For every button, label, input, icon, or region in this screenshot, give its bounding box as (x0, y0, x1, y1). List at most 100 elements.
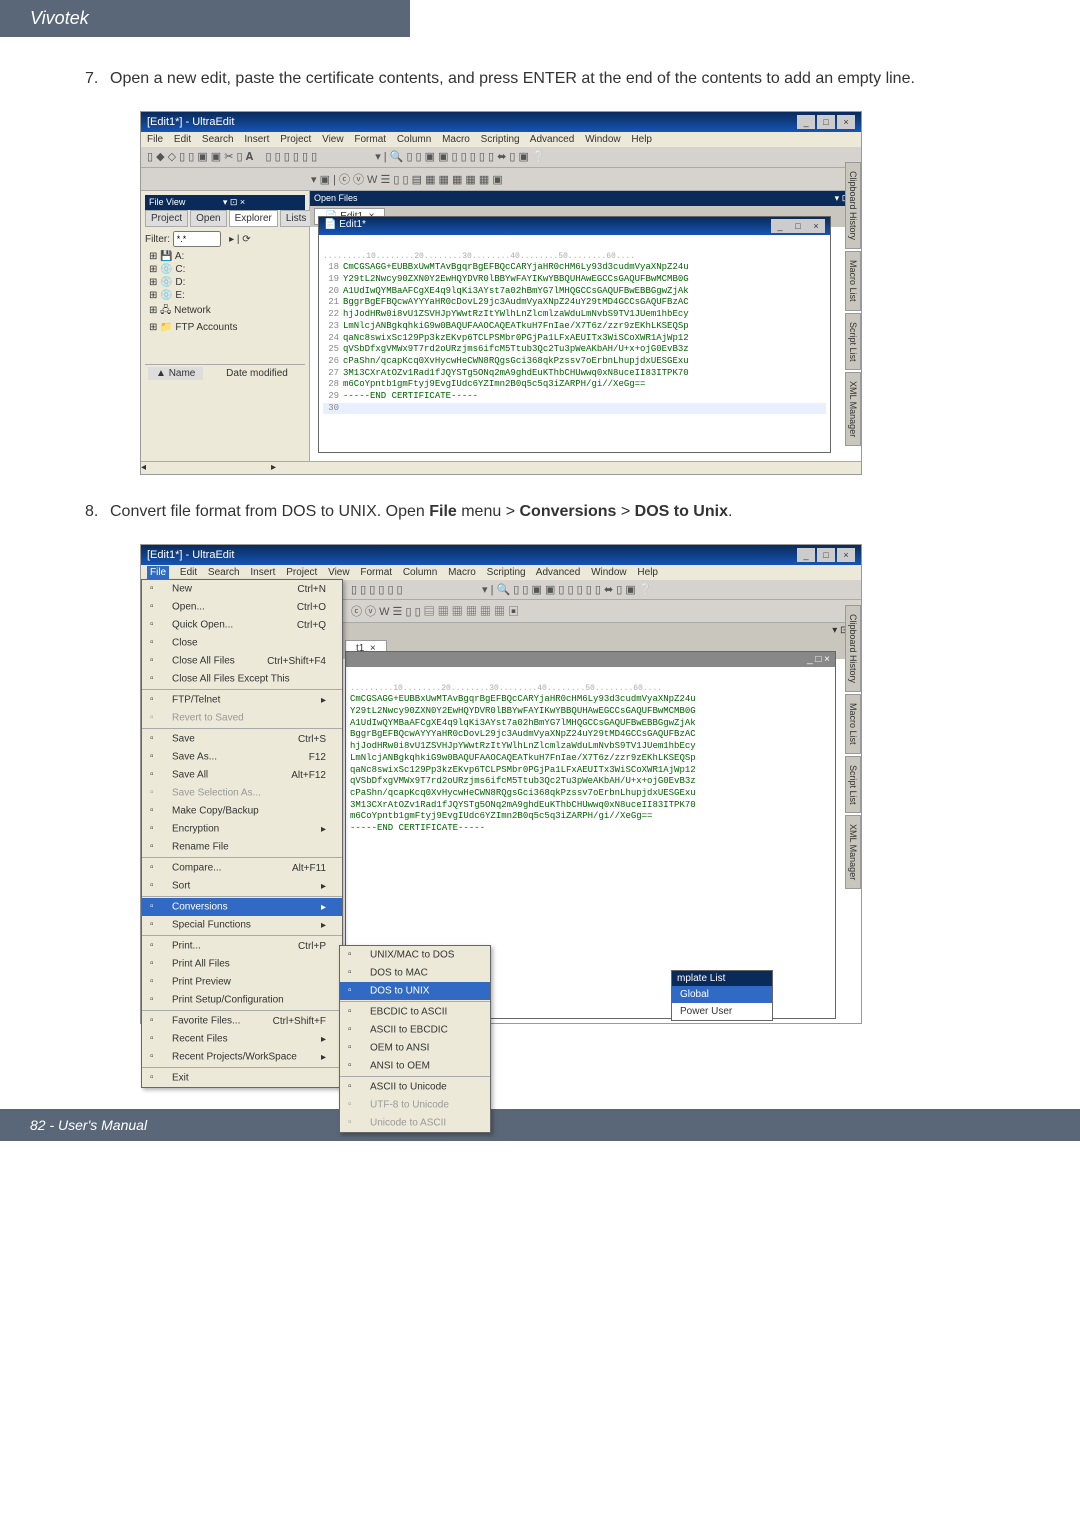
submenu-item-unix-mac-to-dos[interactable]: ▫UNIX/MAC to DOS (340, 946, 490, 964)
menu-advanced[interactable]: Advanced (530, 134, 574, 145)
menu-view[interactable]: View (328, 567, 350, 578)
menu-item-new[interactable]: ▫NewCtrl+N (142, 580, 342, 598)
menu-help[interactable]: Help (637, 567, 658, 578)
menu-item-favorite-files-[interactable]: ▫Favorite Files...Ctrl+Shift+F (142, 1012, 342, 1030)
menu-project[interactable]: Project (286, 567, 317, 578)
submenu-item-ebcdic-to-ascii[interactable]: ▫EBCDIC to ASCII (340, 1003, 490, 1021)
menu-insert[interactable]: Insert (244, 134, 269, 145)
tree-ftp[interactable]: ⊞ 📁 FTP Accounts (145, 321, 305, 334)
menu-scripting[interactable]: Scripting (487, 567, 526, 578)
menu-macro[interactable]: Macro (442, 134, 470, 145)
menu-column[interactable]: Column (397, 134, 431, 145)
menu-help[interactable]: Help (631, 134, 652, 145)
submenu-item-utf-to-unicode[interactable]: ▫UTF-8 to Unicode (340, 1096, 490, 1114)
menu-item-conversions[interactable]: ▫Conversions▸ (142, 898, 342, 916)
menu-item-close-all-files-except-this[interactable]: ▫Close All Files Except This (142, 670, 342, 688)
menu-item-exit[interactable]: ▫Exit (142, 1069, 342, 1087)
close-icon[interactable]: × (837, 115, 855, 129)
menu-item-print-setup-configuration[interactable]: ▫Print Setup/Configuration (142, 991, 342, 1009)
step-number: 8. (85, 500, 110, 524)
minimize-icon[interactable]: _ (797, 115, 815, 129)
submenu-item-oem-to-ansi[interactable]: ▫OEM to ANSI (340, 1039, 490, 1057)
tree-network[interactable]: ⊞ 🖧 Network (145, 302, 305, 321)
template-global[interactable]: Global (672, 986, 772, 1003)
certificate-text[interactable]: .........10........20........30........4… (346, 667, 835, 839)
close-icon[interactable]: × (837, 548, 855, 562)
menu-item-recent-files[interactable]: ▫Recent Files▸ (142, 1030, 342, 1048)
menu-item-save-as-[interactable]: ▫Save As...F12 (142, 748, 342, 766)
menu-item-save-selection-as-[interactable]: ▫Save Selection As... (142, 784, 342, 802)
menu-macro[interactable]: Macro (448, 567, 476, 578)
tab-open[interactable]: Open (190, 210, 226, 227)
menu-item-quick-open-[interactable]: ▫Quick Open...Ctrl+Q (142, 616, 342, 634)
submenu-item-ansi-to-oem[interactable]: ▫ANSI to OEM (340, 1057, 490, 1075)
menu-item-print-all-files[interactable]: ▫Print All Files (142, 955, 342, 973)
menu-item-close[interactable]: ▫Close (142, 634, 342, 652)
menu-item-sort[interactable]: ▫Sort▸ (142, 877, 342, 895)
vtab-script[interactable]: Script List (845, 756, 861, 814)
menu-item-close-all-files[interactable]: ▫Close All FilesCtrl+Shift+F4 (142, 652, 342, 670)
submenu-item-dos-to-unix[interactable]: ▫DOS to UNIX (340, 982, 490, 1000)
menu-file[interactable]: File (147, 566, 169, 579)
menu-search[interactable]: Search (208, 567, 240, 578)
document-window: 📄 Edit1* _□× .........10........20......… (318, 216, 831, 453)
menu-view[interactable]: View (322, 134, 344, 145)
menu-window[interactable]: Window (585, 134, 621, 145)
menu-file[interactable]: File (147, 134, 163, 145)
menu-item-make-copy-backup[interactable]: ▫Make Copy/Backup (142, 802, 342, 820)
menu-item-compare-[interactable]: ▫Compare...Alt+F11 (142, 859, 342, 877)
menu-format[interactable]: Format (354, 134, 386, 145)
doc-max-icon[interactable]: □ (789, 219, 807, 233)
tab-explorer[interactable]: Explorer (229, 210, 278, 227)
menu-format[interactable]: Format (360, 567, 392, 578)
menu-item-open-[interactable]: ▫Open...Ctrl+O (142, 598, 342, 616)
menu-item-recent-projects-workspace[interactable]: ▫Recent Projects/WorkSpace▸ (142, 1048, 342, 1066)
drive-c[interactable]: ⊞ 💿 C: (145, 263, 305, 276)
vtab-clipboard[interactable]: Clipboard History (845, 605, 861, 692)
sidebar-header: File View ▾ ⊡ × (145, 195, 305, 210)
menu-column[interactable]: Column (403, 567, 437, 578)
doc-min-icon[interactable]: _ (771, 219, 789, 233)
menu-scripting[interactable]: Scripting (481, 134, 520, 145)
vtab-xml[interactable]: XML Manager (845, 815, 861, 889)
menu-item-print-preview[interactable]: ▫Print Preview (142, 973, 342, 991)
maximize-icon[interactable]: □ (817, 548, 835, 562)
minimize-icon[interactable]: _ (797, 548, 815, 562)
drive-d[interactable]: ⊞ 💿 D: (145, 276, 305, 289)
vtab-macro[interactable]: Macro List (845, 694, 861, 754)
vtab-xml[interactable]: XML Manager (845, 372, 861, 446)
menu-project[interactable]: Project (280, 134, 311, 145)
maximize-icon[interactable]: □ (817, 115, 835, 129)
menu-item-save-all[interactable]: ▫Save AllAlt+F12 (142, 766, 342, 784)
vtab-clipboard[interactable]: Clipboard History (845, 162, 861, 249)
doc-close-icon[interactable]: × (807, 219, 825, 233)
certificate-text[interactable]: .........10........20........30........4… (319, 235, 830, 418)
submenu-item-unicode-to-ascii[interactable]: ▫Unicode to ASCII (340, 1114, 490, 1132)
menu-window[interactable]: Window (591, 567, 627, 578)
tab-lists[interactable]: Lists (280, 210, 313, 227)
menu-item-ftp-telnet[interactable]: ▫FTP/Telnet▸ (142, 691, 342, 709)
menu-insert[interactable]: Insert (250, 567, 275, 578)
menu-item-special-functions[interactable]: ▫Special Functions▸ (142, 916, 342, 934)
menu-advanced[interactable]: Advanced (536, 567, 580, 578)
template-poweruser[interactable]: Power User (672, 1003, 772, 1020)
file-list-panel: ▲ Name Date modified (145, 364, 305, 411)
menu-edit[interactable]: Edit (174, 134, 191, 145)
filter-input[interactable] (173, 231, 221, 247)
menu-search[interactable]: Search (202, 134, 234, 145)
vtab-script[interactable]: Script List (845, 313, 861, 371)
menu-edit[interactable]: Edit (180, 567, 197, 578)
menu-item-print-[interactable]: ▫Print...Ctrl+P (142, 937, 342, 955)
vtab-macro[interactable]: Macro List (845, 251, 861, 311)
drive-e[interactable]: ⊞ 💿 E: (145, 289, 305, 302)
menu-item-save[interactable]: ▫SaveCtrl+S (142, 730, 342, 748)
step-7: 7. Open a new edit, paste the certificat… (85, 67, 995, 91)
menu-item-rename-file[interactable]: ▫Rename File (142, 838, 342, 856)
submenu-item-dos-to-mac[interactable]: ▫DOS to MAC (340, 964, 490, 982)
submenu-item-ascii-to-ebcdic[interactable]: ▫ASCII to EBCDIC (340, 1021, 490, 1039)
tab-project[interactable]: Project (145, 210, 188, 227)
drive-a[interactable]: ⊞ 💾 A: (145, 250, 305, 263)
submenu-item-ascii-to-unicode[interactable]: ▫ASCII to Unicode (340, 1078, 490, 1096)
menu-item-encryption[interactable]: ▫Encryption▸ (142, 820, 342, 838)
menu-item-revert-to-saved[interactable]: ▫Revert to Saved (142, 709, 342, 727)
